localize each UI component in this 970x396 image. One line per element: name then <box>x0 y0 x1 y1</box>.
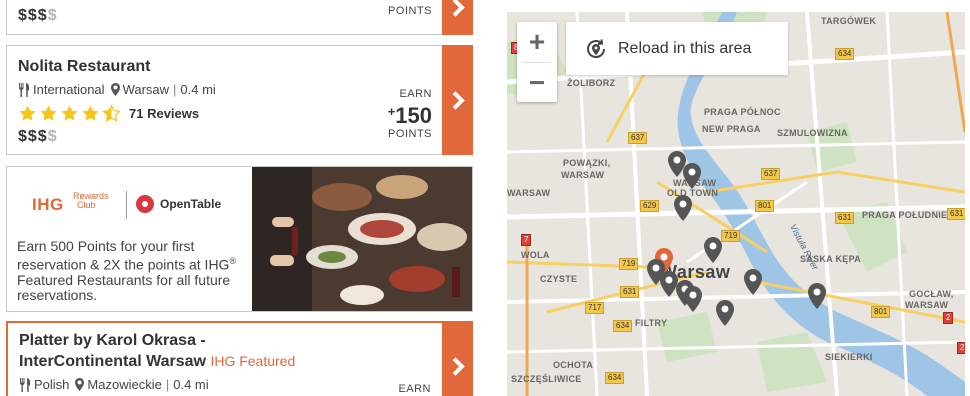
promo-text: Earn 500 Points for your first reservati… <box>17 238 237 303</box>
map-label: WARSAW <box>507 188 551 198</box>
road-number: 631 <box>620 286 640 298</box>
opentable-logo: OpenTable <box>160 197 222 211</box>
earn-label: EARN <box>399 88 432 100</box>
map-marker-icon <box>110 83 120 96</box>
road-number: 801 <box>871 306 891 318</box>
star-half-icon <box>102 104 121 122</box>
chevron-right-icon <box>445 0 465 17</box>
map-label: OCHOTA <box>553 360 594 370</box>
map-pin[interactable] <box>744 269 762 295</box>
restaurant-card[interactable]: Nolita Restaurant International Warsaw |… <box>6 45 473 155</box>
points-block: EARN +150 POINTS <box>388 88 432 140</box>
map-label: FILTRY <box>635 318 668 328</box>
promo-food-photo <box>252 167 472 311</box>
logo-divider <box>126 191 127 219</box>
road-number: 719 <box>721 230 741 242</box>
map-view[interactable]: TARGÓWEK ŻOLIBORZ PRAGA PÓŁNOC NEW PRAGA… <box>507 12 965 396</box>
road-number: 717 <box>585 302 605 314</box>
restaurant-meta: International Warsaw | 0.4 mi <box>18 82 216 97</box>
points-block: 150 POINTS <box>388 0 432 17</box>
map-pin[interactable] <box>683 163 701 189</box>
map-pin[interactable] <box>684 286 702 312</box>
star-full-icon <box>19 105 36 121</box>
ihg-featured-badge: IHG Featured <box>210 353 296 369</box>
map-label: SIEKIERKI <box>825 352 873 362</box>
road-number: 2 <box>957 342 965 354</box>
zoom-out-button[interactable]: − <box>517 63 557 103</box>
zoom-controls: + − <box>517 22 557 102</box>
map-label: CZYSTE <box>540 274 578 284</box>
review-count[interactable]: 71 Reviews <box>129 106 199 121</box>
map-label: NEW PRAGA <box>702 124 761 134</box>
points-value: +150 <box>387 103 432 128</box>
open-card-button[interactable] <box>442 0 473 35</box>
open-card-button[interactable] <box>442 45 473 155</box>
road-number: 634 <box>613 320 633 332</box>
restaurant-card-featured[interactable]: Platter by Karol Okrasa - InterContinent… <box>6 321 473 396</box>
map-label: SZMULOWIZNA <box>777 128 848 138</box>
opentable-logo-icon <box>136 195 154 213</box>
points-label: POINTS <box>388 128 432 140</box>
points-label: POINTS <box>388 5 432 17</box>
road-number: 2 <box>943 312 954 324</box>
star-full-icon <box>40 105 57 121</box>
map-label: WOLA <box>521 250 550 260</box>
ihg-rewards-club-logo: Rewards Club <box>73 191 109 210</box>
restaurant-list: $$$$ 150 POINTS Nolita Restaurant Intern… <box>0 0 480 396</box>
restaurant-name[interactable]: Platter by Karol Okrasa - InterContinent… <box>19 331 295 372</box>
map-pin[interactable] <box>704 237 722 263</box>
map-label: ŻOLIBORZ <box>567 78 616 88</box>
map-label: SZCZĘŚLIWICE <box>511 374 582 384</box>
map-label: GOCŁAW, <box>909 289 954 299</box>
map-pin[interactable] <box>674 195 692 221</box>
fork-knife-icon <box>19 82 29 97</box>
road-number: 634 <box>605 372 625 384</box>
food-table-illustration <box>252 167 472 311</box>
zoom-in-button[interactable]: + <box>517 22 557 62</box>
map-pin[interactable] <box>808 283 826 309</box>
road-number: 719 <box>619 258 639 270</box>
promo-logos: IHG Rewards Club OpenTable <box>7 179 251 239</box>
star-full-icon <box>82 105 99 121</box>
road-number: 631 <box>947 208 965 220</box>
road-number: 637 <box>761 168 781 180</box>
restaurant-card[interactable]: $$$$ 150 POINTS <box>6 0 473 35</box>
map-pin[interactable] <box>716 300 734 326</box>
price-level: $$$$ <box>18 7 58 24</box>
road-number: 631 <box>835 212 855 224</box>
points-block: EARN <box>398 383 431 395</box>
map-marker-icon <box>75 378 85 391</box>
earn-label: EARN <box>398 383 431 395</box>
open-card-button[interactable] <box>442 321 473 396</box>
rating-stars: 71 Reviews <box>18 104 199 123</box>
road-number: 629 <box>640 200 660 212</box>
road-number: 634 <box>835 48 855 60</box>
restaurant-meta: Polish Mazowieckie | 0.4 mi <box>19 377 209 392</box>
restaurant-name[interactable]: Nolita Restaurant <box>18 58 150 76</box>
chevron-right-icon <box>445 356 465 376</box>
price-level: $$$$ <box>18 128 58 145</box>
reload-area-label: Reload in this area <box>618 39 752 57</box>
map-label: PRAGA POŁUDNIE <box>862 210 948 220</box>
map-label: PRAGA PÓŁNOC <box>704 107 781 117</box>
ihg-opentable-promo[interactable]: IHG Rewards Club OpenTable Earn 500 Point… <box>6 166 473 312</box>
road-number: 637 <box>628 132 648 144</box>
map-label: WARSAW <box>905 300 949 310</box>
map-label: TARGÓWEK <box>821 16 877 26</box>
fork-knife-icon <box>20 377 30 392</box>
road-number: 7 <box>521 234 532 246</box>
reload-area-button[interactable]: Reload in this area <box>566 22 788 75</box>
map-label: WARSAW <box>561 170 605 180</box>
road-number: 801 <box>755 200 775 212</box>
star-full-icon <box>61 105 78 121</box>
chevron-right-icon <box>445 90 465 110</box>
reload-location-icon <box>587 38 605 58</box>
ihg-logo: IHG <box>32 195 64 214</box>
map-label: POWĄZKI, <box>563 158 611 168</box>
